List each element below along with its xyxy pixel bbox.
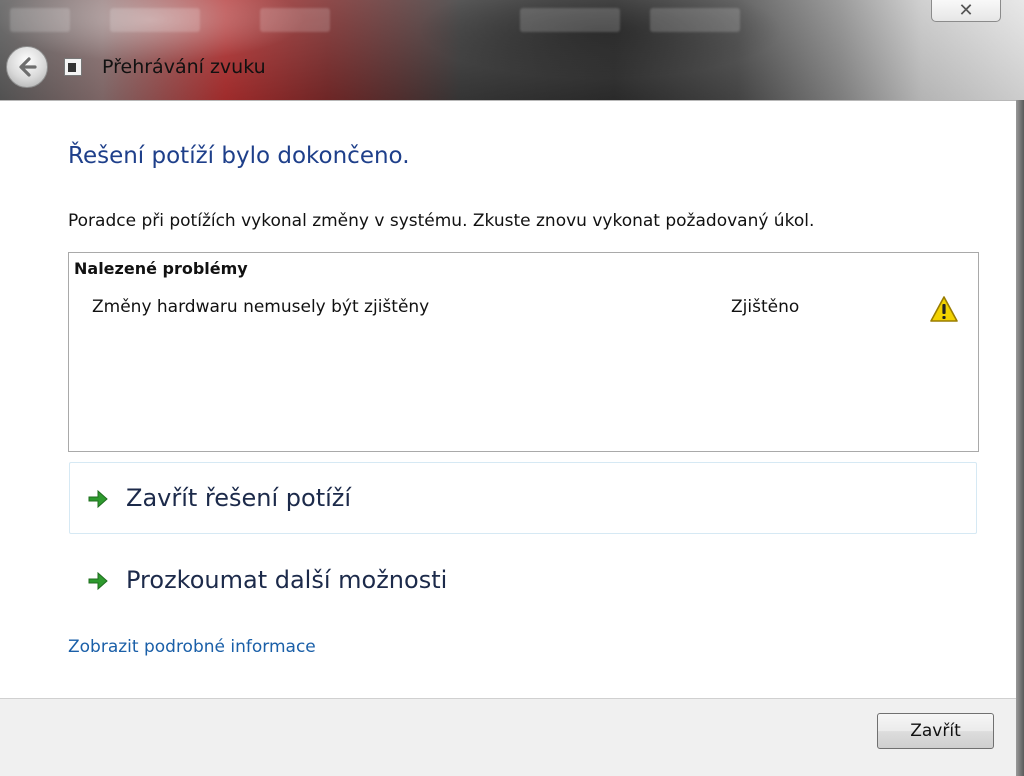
close-icon: ✕: [958, 0, 974, 21]
blurred-background-tab: [10, 8, 70, 32]
problem-row: Změny hardwaru nemusely být zjištěny Zji…: [69, 295, 978, 325]
option-label: Zavřít řešení potíží: [126, 484, 352, 512]
window-close-button[interactable]: ✕: [931, 0, 1001, 22]
green-arrow-icon: [88, 489, 108, 509]
main-content: Řešení potíží bylo dokončeno. Poradce př…: [0, 100, 1016, 698]
window-title: Přehrávání zvuku: [102, 56, 266, 78]
intro-text: Poradce při potížích vykonal změny v sys…: [68, 211, 815, 231]
problems-list: Nalezené problémy Změny hardwaru nemusel…: [68, 252, 979, 452]
explore-more-options-option[interactable]: Prozkoumat další možnosti: [69, 544, 977, 616]
show-details-link[interactable]: Zobrazit podrobné informace: [68, 637, 316, 657]
close-button[interactable]: Zavřít: [877, 713, 994, 749]
option-label: Prozkoumat další možnosti: [126, 566, 448, 594]
warning-icon: [930, 296, 958, 322]
blurred-background-tab: [110, 8, 200, 32]
problem-description: Změny hardwaru nemusely být zjištěny: [92, 297, 430, 317]
back-button[interactable]: [6, 46, 48, 88]
window-frame-edge: [1016, 100, 1024, 776]
troubleshooter-app-icon: [64, 58, 82, 76]
blurred-background-tab: [520, 8, 620, 32]
close-troubleshooting-option[interactable]: Zavřít řešení potíží: [69, 462, 977, 534]
problems-list-header: Nalezené problémy: [74, 259, 248, 278]
aero-glass-background: [0, 0, 1024, 100]
blurred-background-tab: [650, 8, 740, 32]
blurred-background-tab: [260, 8, 330, 32]
page-heading: Řešení potíží bylo dokončeno.: [68, 143, 410, 169]
problem-status: Zjištěno: [731, 297, 800, 317]
dialog-footer: Zavřít: [0, 698, 1016, 776]
green-arrow-icon: [88, 571, 108, 591]
back-arrow-icon: [19, 57, 37, 77]
